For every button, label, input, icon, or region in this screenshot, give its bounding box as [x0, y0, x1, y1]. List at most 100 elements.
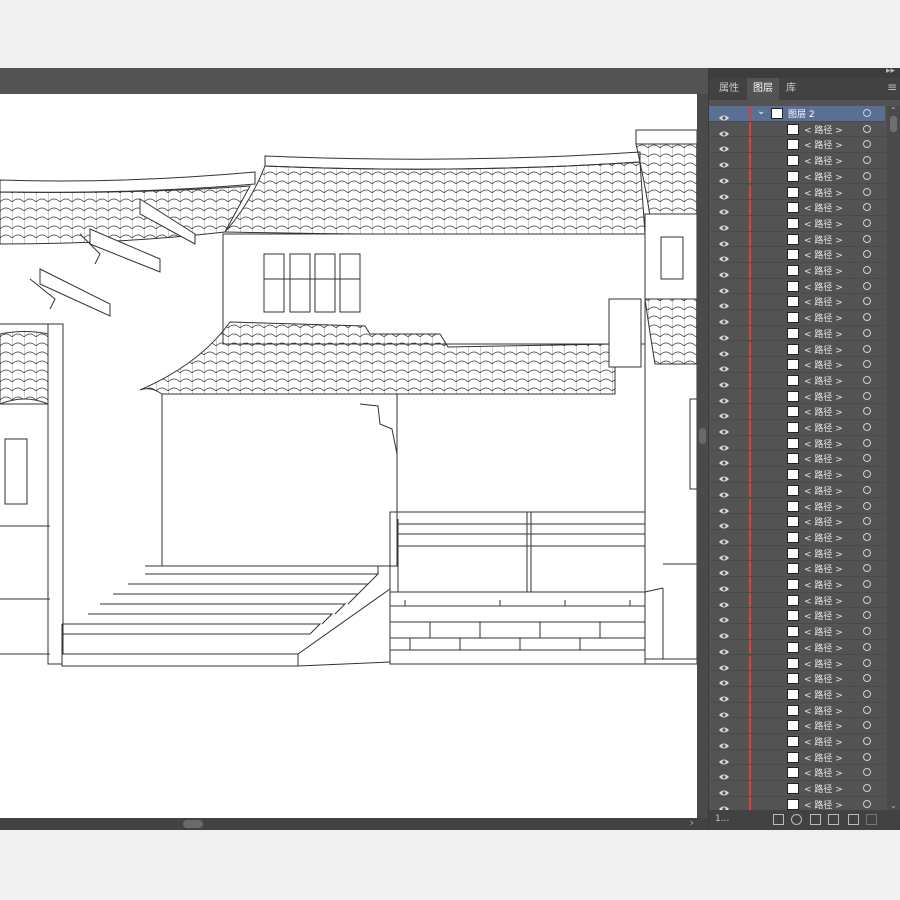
- path-row[interactable]: < 路径 >: [709, 686, 885, 703]
- target-circle-icon[interactable]: [863, 344, 871, 353]
- target-circle-icon[interactable]: [863, 203, 871, 212]
- canvas-horizontal-scrollbar[interactable]: ›: [0, 816, 708, 830]
- path-row[interactable]: < 路径 >: [709, 561, 885, 577]
- eye-icon[interactable]: [719, 171, 729, 184]
- path-name[interactable]: < 路径 >: [804, 735, 843, 748]
- path-row[interactable]: < 路径 >: [709, 592, 885, 609]
- path-row[interactable]: < 路径 >: [709, 608, 885, 625]
- panel-menu-icon[interactable]: ≡: [887, 80, 897, 94]
- path-name[interactable]: < 路径 >: [804, 531, 843, 544]
- target-circle-icon[interactable]: [863, 140, 871, 149]
- eye-icon[interactable]: [719, 501, 729, 513]
- eye-icon[interactable]: [719, 187, 729, 199]
- path-row[interactable]: < 路径 >: [709, 577, 885, 593]
- target-circle-icon[interactable]: [863, 281, 871, 290]
- target-circle-icon[interactable]: [863, 438, 871, 447]
- eye-icon[interactable]: [719, 234, 729, 247]
- path-name[interactable]: < 路径 >: [804, 138, 843, 151]
- eye-icon[interactable]: [719, 375, 729, 388]
- target-circle-icon[interactable]: [863, 517, 871, 526]
- path-name[interactable]: < 路径 >: [804, 405, 843, 418]
- eye-icon[interactable]: [719, 124, 729, 137]
- path-name[interactable]: < 路径 >: [804, 657, 843, 670]
- path-name[interactable]: < 路径 >: [804, 484, 843, 497]
- path-row[interactable]: < 路径 >: [709, 153, 885, 169]
- search-icon[interactable]: [791, 814, 802, 825]
- eye-icon[interactable]: [719, 406, 729, 419]
- target-circle-icon[interactable]: [863, 532, 871, 541]
- canvas-vertical-scrollbar[interactable]: [697, 94, 708, 818]
- target-circle-icon[interactable]: [863, 658, 871, 667]
- target-circle-icon[interactable]: [863, 548, 871, 557]
- target-circle-icon[interactable]: [863, 689, 871, 698]
- path-name[interactable]: < 路径 >: [804, 751, 843, 764]
- path-row[interactable]: < 路径 >: [709, 467, 885, 483]
- tab-layers[interactable]: 图层: [747, 78, 779, 100]
- target-circle-icon[interactable]: [863, 642, 871, 651]
- path-name[interactable]: < 路径 >: [804, 515, 843, 528]
- eye-icon[interactable]: [719, 453, 729, 466]
- artboard[interactable]: [0, 94, 697, 818]
- path-row[interactable]: < 路径 >: [709, 435, 885, 452]
- eye-icon[interactable]: [719, 516, 729, 529]
- chevron-down-icon[interactable]: ⌄: [757, 106, 765, 117]
- path-name[interactable]: < 路径 >: [804, 170, 843, 183]
- path-name[interactable]: < 路径 >: [804, 390, 843, 403]
- target-circle-icon[interactable]: [863, 799, 871, 808]
- eye-icon[interactable]: [719, 312, 729, 325]
- chevron-down-icon[interactable]: ⌄: [890, 801, 897, 810]
- path-row[interactable]: < 路径 >: [709, 263, 885, 279]
- eye-icon[interactable]: [719, 265, 729, 278]
- target-circle-icon[interactable]: [863, 768, 871, 777]
- path-name[interactable]: < 路径 >: [804, 704, 843, 717]
- path-row[interactable]: < 路径 >: [709, 341, 885, 358]
- target-circle-icon[interactable]: [863, 705, 871, 714]
- target-circle-icon[interactable]: [863, 627, 871, 636]
- target-circle-icon[interactable]: [863, 752, 871, 761]
- scroll-thumb[interactable]: [699, 428, 706, 444]
- path-name[interactable]: < 路径 >: [804, 766, 843, 779]
- path-row[interactable]: < 路径 >: [709, 514, 885, 530]
- target-circle-icon[interactable]: [863, 454, 871, 463]
- target-circle-icon[interactable]: [863, 234, 871, 243]
- path-name[interactable]: < 路径 >: [804, 248, 843, 261]
- eye-icon[interactable]: [719, 155, 729, 168]
- eye-icon[interactable]: [719, 673, 729, 686]
- path-row[interactable]: < 路径 >: [709, 388, 885, 405]
- target-circle-icon[interactable]: [863, 187, 871, 196]
- path-name[interactable]: < 路径 >: [804, 311, 843, 324]
- eye-icon[interactable]: [719, 391, 729, 404]
- eye-icon[interactable]: [719, 422, 729, 435]
- target-circle-icon[interactable]: [863, 124, 871, 133]
- path-row[interactable]: < 路径 >: [709, 749, 885, 766]
- target-circle-icon[interactable]: [863, 266, 871, 274]
- path-row[interactable]: < 路径 >: [709, 357, 885, 373]
- eye-icon[interactable]: [719, 658, 729, 670]
- path-row[interactable]: < 路径 >: [709, 184, 885, 201]
- target-circle-icon[interactable]: [863, 470, 871, 479]
- eye-icon[interactable]: [719, 469, 729, 482]
- new-layer-icon[interactable]: [848, 814, 859, 825]
- target-circle-icon[interactable]: [863, 674, 871, 683]
- path-row[interactable]: < 路径 >: [709, 420, 885, 436]
- eye-icon[interactable]: [719, 720, 729, 733]
- target-circle-icon[interactable]: [863, 109, 871, 117]
- target-circle-icon[interactable]: [863, 328, 871, 337]
- path-name[interactable]: < 路径 >: [804, 233, 843, 246]
- eye-icon[interactable]: [719, 783, 729, 796]
- delete-icon[interactable]: [866, 814, 877, 825]
- clip-icon[interactable]: [810, 814, 821, 825]
- path-row[interactable]: < 路径 >: [709, 545, 885, 562]
- eye-icon[interactable]: [719, 202, 729, 215]
- export-icon[interactable]: [773, 814, 784, 825]
- path-name[interactable]: < 路径 >: [804, 217, 843, 230]
- path-name[interactable]: < 路径 >: [804, 468, 843, 481]
- eye-icon[interactable]: [719, 642, 729, 655]
- target-circle-icon[interactable]: [863, 501, 871, 510]
- target-circle-icon[interactable]: [863, 156, 871, 165]
- target-circle-icon[interactable]: [863, 391, 871, 400]
- path-name[interactable]: < 路径 >: [804, 327, 843, 340]
- tab-libraries[interactable]: 库: [781, 78, 801, 100]
- target-circle-icon[interactable]: [863, 250, 871, 259]
- path-name[interactable]: < 路径 >: [804, 154, 843, 167]
